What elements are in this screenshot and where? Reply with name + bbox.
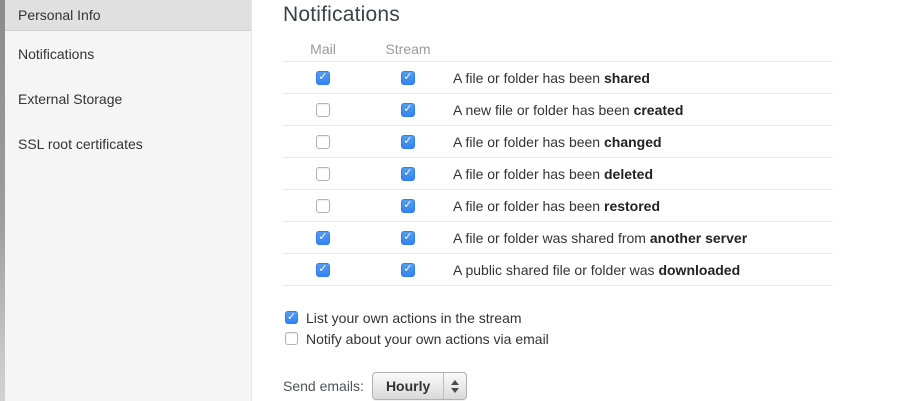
- row-label: A public shared file or folder was downl…: [453, 261, 741, 278]
- sidebar-item-label: SSL root certificates: [18, 135, 143, 152]
- arrow-down-icon: [451, 387, 460, 393]
- table-row: A file or folder has been shared: [283, 61, 833, 93]
- send-emails-label: Send emails:: [283, 378, 364, 394]
- stream-checkbox[interactable]: [401, 134, 415, 149]
- stream-options: List your own actions in the stream Notif…: [283, 307, 900, 349]
- mail-checkbox[interactable]: [316, 70, 330, 85]
- mail-checkbox[interactable]: [316, 198, 330, 213]
- mail-checkbox[interactable]: [316, 166, 330, 181]
- table-row: A public shared file or folder was downl…: [283, 253, 833, 285]
- table-row: A file or folder has been restored: [283, 189, 833, 221]
- notification-table-body: A file or folder has been shared A new fi…: [283, 61, 833, 286]
- option-checkbox[interactable]: [285, 332, 298, 345]
- sidebar-item-label: Notifications: [18, 45, 95, 62]
- sidebar-item-personal-info[interactable]: Personal Info: [5, 0, 251, 31]
- row-label-bold: restored: [604, 197, 661, 214]
- column-header-stream: Stream: [385, 40, 431, 57]
- send-emails-selected-value: Hourly: [385, 378, 431, 394]
- table-row: A file or folder has been changed: [283, 125, 833, 157]
- row-label-bold: shared: [604, 69, 650, 86]
- row-label-bold: created: [633, 101, 684, 118]
- select-stepper-icon: [444, 373, 466, 399]
- sidebar-item-label: Personal Info: [18, 7, 101, 23]
- table-row: A new file or folder has been created: [283, 93, 833, 125]
- stream-checkbox[interactable]: [401, 70, 415, 85]
- stream-checkbox[interactable]: [401, 230, 415, 245]
- row-label-bold: changed: [604, 133, 662, 150]
- sidebar-item-ssl-root-certificates[interactable]: SSL root certificates: [5, 121, 251, 166]
- row-label: A file or folder has been restored: [453, 197, 661, 214]
- option-checkbox[interactable]: [285, 311, 298, 324]
- mail-checkbox[interactable]: [316, 262, 330, 277]
- row-label: A file or folder has been deleted: [453, 165, 654, 182]
- mail-checkbox[interactable]: [316, 102, 330, 117]
- stream-checkbox[interactable]: [401, 102, 415, 117]
- arrow-up-icon: [451, 379, 460, 385]
- row-label: A file or folder has been changed: [453, 133, 662, 150]
- send-emails-select[interactable]: Hourly: [371, 372, 468, 400]
- send-emails-row: Send emails: Hourly: [283, 372, 900, 400]
- column-header-mail: Mail: [310, 40, 336, 57]
- option-row: Notify about your own actions via email: [285, 328, 900, 349]
- sidebar-item-external-storage[interactable]: External Storage: [5, 76, 251, 121]
- notification-table: Mail Stream A file or folder has been sh…: [283, 36, 833, 286]
- row-label: A new file or folder has been created: [453, 101, 684, 118]
- row-label-bold: deleted: [604, 165, 654, 182]
- row-label: A file or folder has been shared: [453, 69, 650, 86]
- sidebar-item-label: External Storage: [18, 90, 123, 107]
- notifications-panel: Notifications Mail Stream A file or fold…: [253, 0, 900, 401]
- notification-table-header: Mail Stream: [283, 36, 833, 61]
- table-row: A file or folder has been deleted: [283, 157, 833, 189]
- mail-checkbox[interactable]: [316, 134, 330, 149]
- page-title: Notifications: [283, 3, 400, 26]
- table-row: A file or folder was shared from another…: [283, 221, 833, 253]
- settings-sidebar: Personal Info Notifications External Stora…: [5, 0, 252, 401]
- option-label: Notify about your own actions via email: [306, 330, 549, 347]
- mail-checkbox[interactable]: [316, 230, 330, 245]
- option-row: List your own actions in the stream: [285, 307, 900, 328]
- stream-checkbox[interactable]: [401, 166, 415, 181]
- row-label: A file or folder was shared from another…: [453, 229, 748, 246]
- sidebar-item-notifications[interactable]: Notifications: [5, 31, 251, 76]
- row-label-bold: another server: [649, 229, 748, 246]
- option-label: List your own actions in the stream: [306, 309, 522, 326]
- stream-checkbox[interactable]: [401, 262, 415, 277]
- row-label-bold: downloaded: [658, 261, 741, 278]
- stream-checkbox[interactable]: [401, 198, 415, 213]
